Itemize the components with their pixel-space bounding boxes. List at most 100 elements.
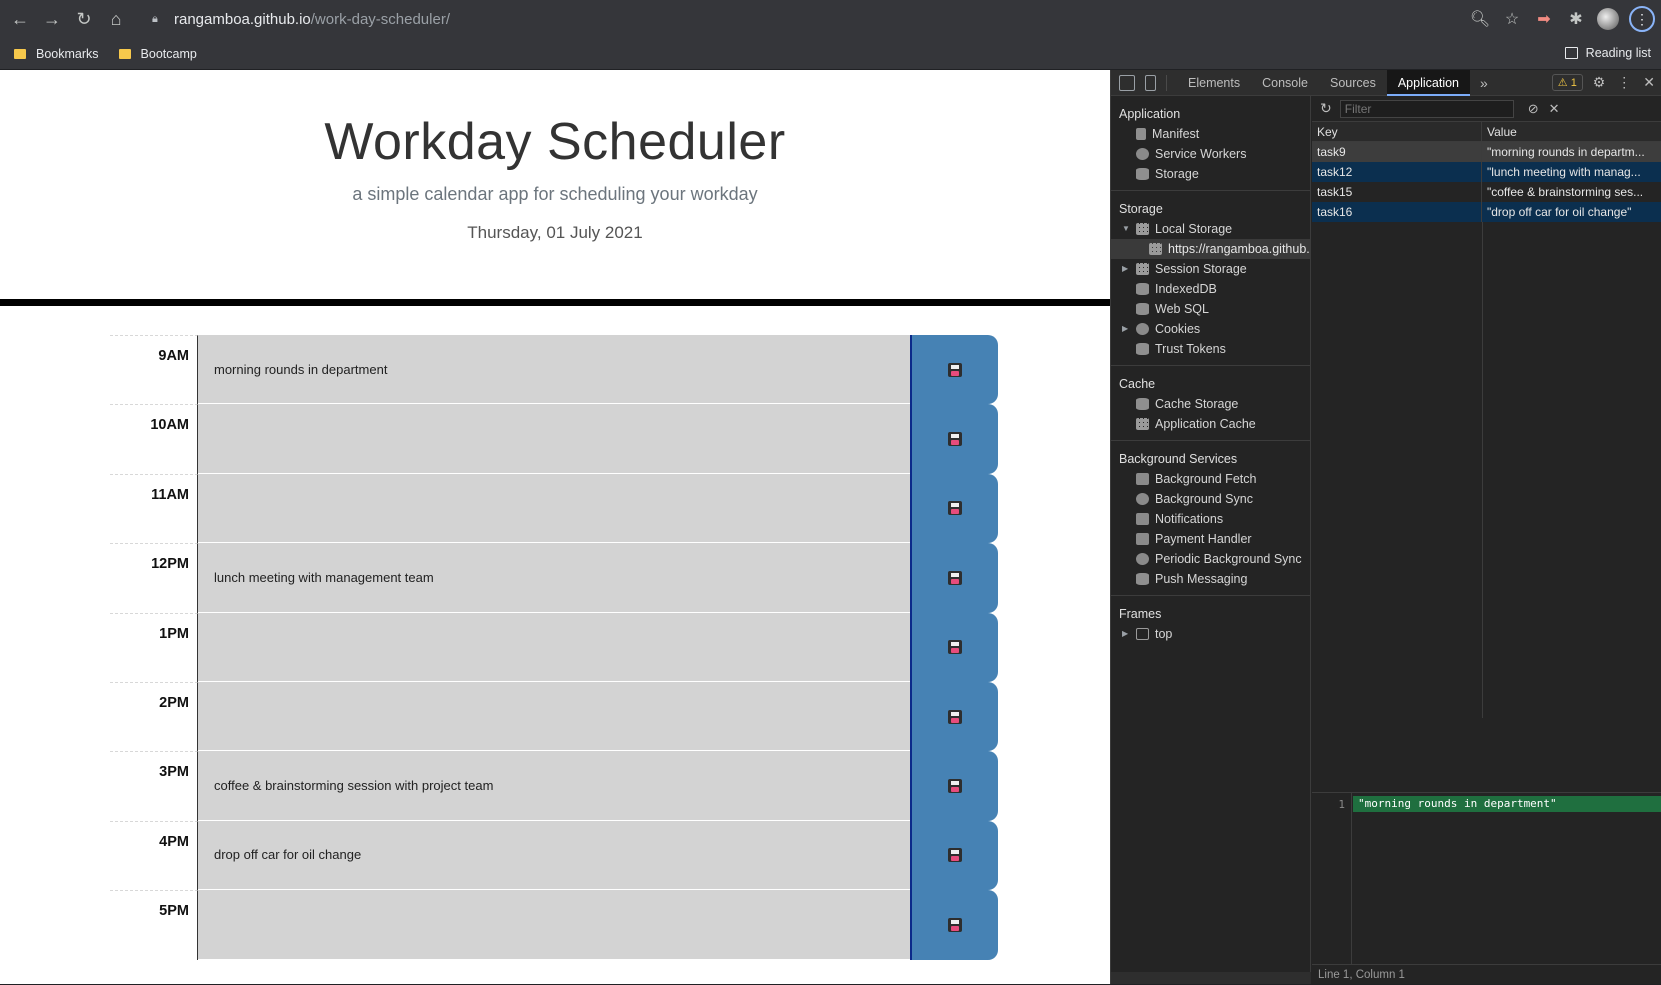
task-description[interactable]: [198, 612, 910, 682]
sidebar-item-local-storage-origin[interactable]: https://rangamboa.github.io: [1111, 239, 1310, 259]
sidebar-item-cookies[interactable]: ▶ Cookies: [1111, 319, 1310, 339]
reload-icon[interactable]: ↻: [72, 7, 96, 31]
sidebar-item-web-sql[interactable]: Web SQL: [1111, 299, 1310, 319]
section-application: Application Manifest Service Workers Sto…: [1111, 96, 1310, 191]
task-description[interactable]: [198, 681, 910, 752]
status-bar: Line 1, Column 1: [1312, 964, 1661, 984]
grid-icon: [1149, 243, 1162, 255]
star-icon[interactable]: ☆: [1501, 8, 1523, 30]
collapsed-triangle-icon[interactable]: ▶: [1122, 259, 1132, 279]
url-host: rangamboa.github.io: [174, 10, 311, 28]
save-button[interactable]: [910, 681, 998, 752]
address-bar[interactable]: 🔒︎ rangamboa.github.io/work-day-schedule…: [140, 4, 1150, 34]
task-description[interactable]: coffee & brainstorming session with proj…: [198, 751, 910, 821]
warnings-badge[interactable]: ⚠ 1: [1551, 74, 1583, 91]
save-icon: [948, 917, 962, 932]
device-toolbar-icon[interactable]: [1145, 74, 1156, 91]
sidebar-item-application-cache[interactable]: Application Cache: [1111, 414, 1310, 434]
hour-label: 10AM: [110, 404, 198, 474]
bell-icon: [1136, 513, 1149, 525]
sidebar-item-background-sync[interactable]: Background Sync: [1111, 489, 1310, 509]
sidebar-item-trust-tokens[interactable]: Trust Tokens: [1111, 339, 1310, 359]
storage-view: ↻ ⊘ ✕ Key Value task9 "morning rounds in…: [1312, 96, 1661, 984]
forward-icon[interactable]: →: [40, 7, 64, 31]
bookmark-folder-bootcamp[interactable]: Bootcamp: [118, 47, 197, 61]
table-row[interactable]: task15 "coffee & brainstorming ses...: [1312, 182, 1661, 202]
task-description[interactable]: lunch meeting with management team: [198, 543, 910, 613]
sidebar-item-periodic-background-sync[interactable]: Periodic Background Sync: [1111, 549, 1310, 569]
column-header-value[interactable]: Value: [1482, 122, 1661, 141]
tab-console[interactable]: Console: [1251, 70, 1319, 96]
save-button[interactable]: [910, 473, 998, 544]
sidebar-item-indexeddb[interactable]: IndexedDB: [1111, 279, 1310, 299]
save-button[interactable]: [910, 612, 998, 682]
save-button[interactable]: [910, 890, 998, 960]
chrome-menu-icon[interactable]: ⋮: [1629, 6, 1655, 32]
sidebar-scrollbar[interactable]: [1111, 972, 1311, 984]
hour-label: 5PM: [110, 890, 198, 960]
sidebar-item-push-messaging[interactable]: Push Messaging: [1111, 569, 1310, 589]
refresh-icon[interactable]: ↻: [1320, 100, 1332, 117]
sidebar-item-notifications[interactable]: Notifications: [1111, 509, 1310, 529]
sidebar-item-background-fetch[interactable]: Background Fetch: [1111, 469, 1310, 489]
zoom-icon[interactable]: 🔍︎: [1469, 8, 1491, 30]
preview-line[interactable]: "morning rounds in department": [1353, 796, 1661, 812]
page-subtitle: a simple calendar app for scheduling you…: [352, 184, 758, 204]
sidebar-item-service-workers[interactable]: Service Workers: [1111, 144, 1310, 164]
hour-label: 2PM: [110, 681, 198, 752]
grid-icon: [1136, 418, 1149, 430]
sidebar-item-payment-handler[interactable]: Payment Handler: [1111, 529, 1310, 549]
puzzle-icon[interactable]: ✱: [1565, 8, 1587, 30]
back-icon[interactable]: ←: [8, 7, 32, 31]
reading-list-button[interactable]: Reading list: [1564, 46, 1651, 60]
save-button[interactable]: [910, 543, 998, 613]
sidebar-item-cache-storage[interactable]: Cache Storage: [1111, 394, 1310, 414]
clear-all-icon[interactable]: ⊘: [1528, 101, 1539, 117]
page-title: Workday Scheduler: [324, 113, 786, 171]
hour-label: 12PM: [110, 543, 198, 613]
sidebar-item-storage[interactable]: Storage: [1111, 164, 1310, 184]
task-description[interactable]: [198, 473, 910, 544]
collapsed-triangle-icon[interactable]: ▶: [1122, 624, 1132, 644]
task-description[interactable]: drop off car for oil change: [198, 820, 910, 891]
table-row[interactable]: task12 "lunch meeting with manag...: [1312, 162, 1661, 182]
section-title: Storage: [1119, 202, 1163, 216]
collapsed-triangle-icon[interactable]: ▶: [1122, 319, 1132, 339]
profile-avatar[interactable]: [1597, 8, 1619, 30]
save-icon: [948, 501, 962, 516]
tab-elements[interactable]: Elements: [1177, 70, 1251, 96]
task-description[interactable]: [198, 404, 910, 474]
sidebar-item-session-storage[interactable]: ▶ Session Storage: [1111, 259, 1310, 279]
save-button[interactable]: [910, 751, 998, 821]
devtools-menu-icon[interactable]: ⋮: [1617, 74, 1631, 91]
table-row[interactable]: task16 "drop off car for oil change": [1312, 202, 1661, 222]
bookmark-folder-bookmarks[interactable]: Bookmarks: [14, 47, 99, 61]
filter-input[interactable]: [1339, 99, 1514, 118]
settings-gear-icon[interactable]: ⚙: [1593, 74, 1606, 91]
save-icon: [948, 709, 962, 724]
home-icon[interactable]: ⌂: [104, 7, 128, 31]
time-block: 12PM lunch meeting with management team: [110, 543, 998, 613]
extension-arrow-icon[interactable]: ➡: [1533, 8, 1555, 30]
task-description[interactable]: [198, 890, 910, 960]
task-description[interactable]: morning rounds in department: [198, 335, 910, 405]
sidebar-item-local-storage[interactable]: ▼ Local Storage: [1111, 219, 1310, 239]
table-row[interactable]: task9 "morning rounds in departm...: [1312, 142, 1661, 162]
value-preview: 1 "morning rounds in department": [1312, 792, 1661, 965]
more-tabs-icon[interactable]: »: [1470, 75, 1498, 91]
card-icon: [1136, 533, 1149, 545]
save-button[interactable]: [910, 820, 998, 891]
sidebar-item-manifest[interactable]: Manifest: [1111, 124, 1310, 144]
save-button[interactable]: [910, 404, 998, 474]
save-button[interactable]: [910, 335, 998, 405]
inspect-element-icon[interactable]: [1119, 74, 1135, 91]
sidebar-item-top-frame[interactable]: ▶ top: [1111, 624, 1310, 644]
expanded-triangle-icon[interactable]: ▼: [1122, 219, 1132, 239]
column-header-key[interactable]: Key: [1312, 122, 1482, 141]
delete-selected-icon[interactable]: ✕: [1549, 101, 1560, 117]
browser-toolbar: ← → ↻ ⌂ 🔒︎ rangamboa.github.io/work-day-…: [0, 0, 1661, 38]
tab-sources[interactable]: Sources: [1319, 70, 1387, 96]
tab-application[interactable]: Application: [1386, 69, 1470, 96]
close-icon[interactable]: ✕: [1643, 74, 1655, 91]
row-key: task15: [1312, 182, 1482, 202]
